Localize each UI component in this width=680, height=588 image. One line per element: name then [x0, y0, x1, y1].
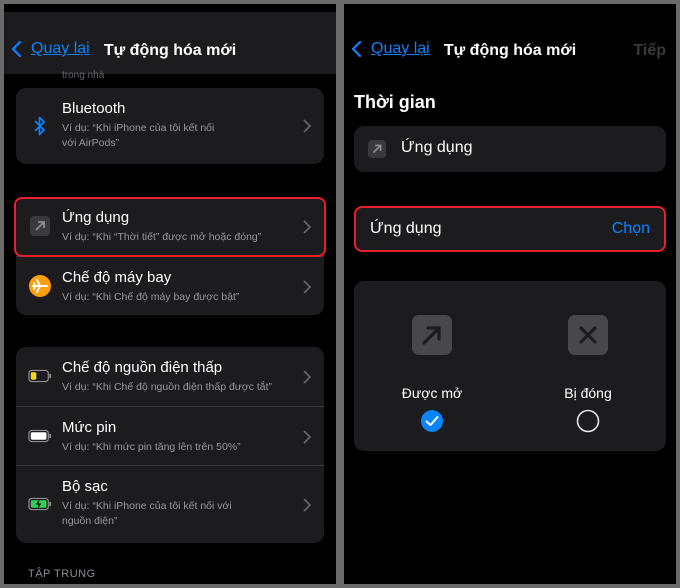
left-navigation-bar: Quay lại Tự động hóa mới trong nhà — [4, 12, 336, 81]
bluetooth-icon — [28, 114, 52, 138]
scrolled-hint-text: trong nhà — [62, 70, 105, 81]
close-x-icon — [568, 315, 608, 355]
low-power-mode-title: Chế độ nguồn điện thấp — [62, 359, 223, 376]
bluetooth-subtitle: Ví dụ: “Khi iPhone của tôi kết nối với A… — [62, 121, 296, 151]
right-navigation-bar: Quay lại Tự động hóa mới Tiếp — [344, 12, 676, 74]
section-heading: Thời gian — [354, 92, 436, 112]
list-item-airplane-mode[interactable]: Chế độ máy bay Ví dụ: “Khi Chế độ máy ba… — [16, 256, 324, 315]
battery-full-icon — [28, 424, 52, 448]
chevron-right-icon — [303, 119, 312, 133]
page-title: Tự động hóa mới — [443, 42, 577, 59]
bluetooth-subtitle-line1: Ví dụ: “Khi iPhone của tôi kết nối — [62, 122, 215, 134]
section-label-focus: TẬP TRUNG — [28, 568, 96, 580]
next-button[interactable]: Tiếp — [633, 42, 666, 60]
list-item-bluetooth[interactable]: Bluetooth Ví dụ: “Khi iPhone của tôi kết… — [16, 88, 324, 164]
app-trigger-box: Ứng dụng — [354, 126, 666, 172]
charger-subtitle: Ví dụ: “Khi iPhone của tôi kết nối với n… — [62, 499, 296, 529]
app-row-highlight — [14, 197, 326, 257]
select-row-highlight — [354, 206, 666, 252]
list-item-low-power-mode[interactable]: Chế độ nguồn điện thấp Ví dụ: “Khi Chế đ… — [16, 347, 324, 406]
option-opened[interactable]: Được mở — [354, 281, 510, 451]
power-group: Chế độ nguồn điện thấp Ví dụ: “Khi Chế đ… — [16, 347, 324, 543]
option-opened-label: Được mở — [401, 385, 463, 401]
battery-level-subtitle: Ví dụ: “Khi mức pin tăng lên trên 50%” — [62, 441, 241, 453]
airplane-mode-title: Chế độ máy bay — [62, 269, 172, 286]
open-arrow-icon — [412, 315, 452, 355]
bluetooth-subtitle-line2: với AirPods” — [62, 137, 120, 149]
battery-charging-icon — [28, 492, 52, 516]
charger-title: Bộ sạc — [62, 478, 108, 495]
chevron-right-icon — [303, 280, 312, 294]
app-icon — [368, 140, 386, 158]
option-closed[interactable]: Bị đóng — [510, 281, 666, 451]
list-item-battery-level[interactable]: Mức pin Ví dụ: “Khi mức pin tăng lên trê… — [16, 406, 324, 465]
chevron-right-icon — [303, 370, 312, 384]
charger-subtitle-line2: nguồn điện” — [62, 515, 118, 527]
airplane-icon — [28, 274, 52, 298]
airplane-mode-subtitle: Ví dụ: “Khi Chế độ máy bay được bật” — [62, 291, 240, 303]
bluetooth-title: Bluetooth — [62, 100, 126, 117]
low-power-mode-subtitle: Ví dụ: “Khi Chế độ nguồn điện thấp được … — [62, 381, 273, 393]
page-title: Tự động hóa mới — [103, 42, 237, 59]
battery-level-title: Mức pin — [62, 419, 117, 436]
left-screen: Quay lại Tự động hóa mới trong nhà Bluet… — [4, 4, 336, 584]
checkmark-circle-icon — [421, 410, 443, 432]
open-close-options: Được mở Bị đóng — [354, 281, 666, 451]
list-item-charger[interactable]: Bộ sạc Ví dụ: “Khi iPhone của tôi kết nố… — [16, 465, 324, 543]
right-screen: Quay lại Tự động hóa mới Tiếp Thời gian … — [344, 4, 676, 584]
charger-subtitle-line1: Ví dụ: “Khi iPhone của tôi kết nối với — [62, 500, 232, 512]
connectivity-group: Bluetooth Ví dụ: “Khi iPhone của tôi kết… — [16, 88, 324, 164]
radio-unselected-icon — [576, 409, 600, 433]
chevron-right-icon — [303, 498, 312, 512]
battery-low-icon — [28, 364, 52, 388]
app-box-label: Ứng dụng — [401, 139, 473, 156]
option-closed-label: Bị đóng — [564, 385, 612, 401]
chevron-right-icon — [303, 430, 312, 444]
